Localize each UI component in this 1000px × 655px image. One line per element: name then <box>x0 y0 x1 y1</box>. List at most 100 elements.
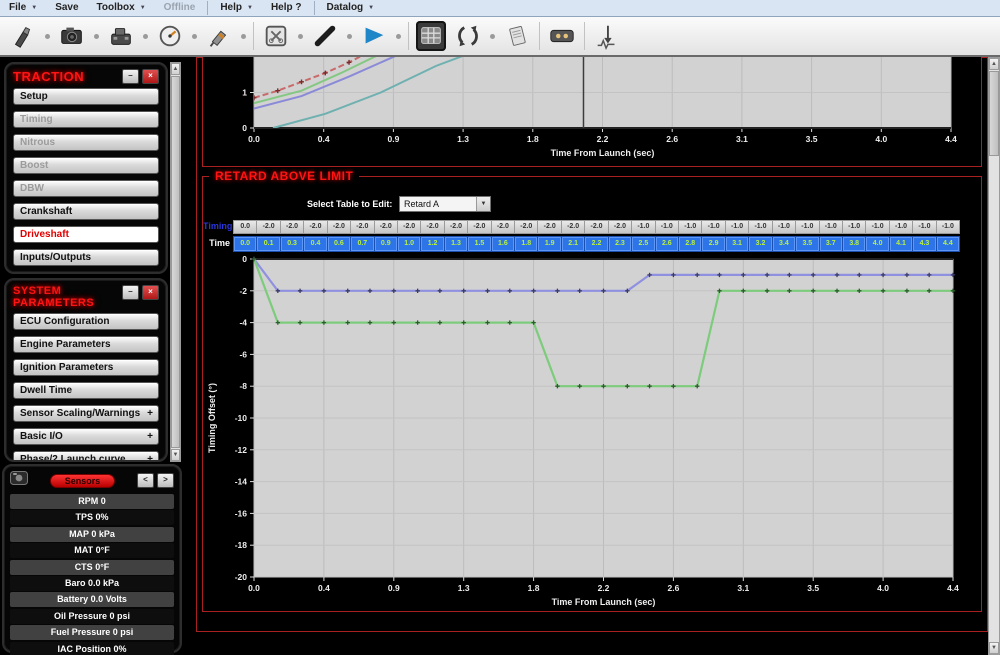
time-cell[interactable]: 2.6 <box>656 236 679 252</box>
sidebar-button-ecu-configuration[interactable]: ECU Configuration <box>13 313 159 330</box>
sidebar-button-ignition-parameters[interactable]: Ignition Parameters <box>13 359 159 376</box>
sidebar-button-engine-parameters[interactable]: Engine Parameters <box>13 336 159 353</box>
timing-cell[interactable]: -2.0 <box>421 220 444 234</box>
sensors-prev-button[interactable]: < <box>137 473 154 488</box>
timing-cell[interactable]: -2.0 <box>375 220 398 234</box>
timing-cell[interactable]: -1.0 <box>749 220 772 234</box>
timing-cell[interactable]: -2.0 <box>328 220 351 234</box>
scrollbar-thumb[interactable] <box>989 71 999 156</box>
timing-cell[interactable]: -2.0 <box>304 220 327 234</box>
time-cell[interactable]: 0.1 <box>257 236 280 252</box>
sidebar-button-sensor-scaling-warnings[interactable]: Sensor Scaling/Warnings+ <box>13 405 159 422</box>
timing-curves-chart[interactable]: 0.00.40.91.31.82.22.63.13.54.04.410Time … <box>203 57 981 165</box>
timing-cell[interactable]: -1.0 <box>656 220 679 234</box>
panel-minimize-button[interactable]: – <box>122 285 139 300</box>
scroll-up-arrow-icon[interactable]: ▲ <box>989 58 999 70</box>
timing-cell[interactable]: -2.0 <box>257 220 280 234</box>
scrollbar-thumb[interactable] <box>171 76 180 448</box>
chevron-down-icon[interactable]: ▼ <box>476 197 490 211</box>
timing-cell[interactable]: -1.0 <box>726 220 749 234</box>
scroll-down-arrow-icon[interactable]: ▼ <box>989 642 999 654</box>
toolbar-dropdown-dot[interactable] <box>396 34 401 39</box>
timing-cell[interactable]: -1.0 <box>913 220 936 234</box>
time-cell[interactable]: 4.0 <box>866 236 889 252</box>
timing-cell[interactable]: -2.0 <box>281 220 304 234</box>
panel-close-button[interactable]: × <box>142 285 159 300</box>
toolbar-dropdown-dot[interactable] <box>241 34 246 39</box>
timing-offset-chart[interactable]: 0.00.40.91.31.82.22.63.13.54.04.40-2-4-6… <box>203 253 981 611</box>
toolbar-dropdown-dot[interactable] <box>298 34 303 39</box>
sidebar-button-setup[interactable]: Setup <box>13 88 159 105</box>
sync-icon[interactable] <box>453 21 483 51</box>
panel-close-button[interactable]: × <box>142 69 159 84</box>
toolbar-dropdown-dot[interactable] <box>94 34 99 39</box>
time-cell[interactable]: 1.5 <box>468 236 491 252</box>
timing-cell[interactable]: -2.0 <box>468 220 491 234</box>
toolbar-dropdown-dot[interactable] <box>192 34 197 39</box>
sensors-panel-icon[interactable] <box>10 471 28 490</box>
timing-cell[interactable]: -2.0 <box>351 220 374 234</box>
spark-plug-icon[interactable] <box>8 21 38 51</box>
timing-cell[interactable]: -2.0 <box>609 220 632 234</box>
crop-tool-icon[interactable] <box>261 21 291 51</box>
time-cell[interactable]: 0.9 <box>375 236 398 252</box>
toolbar-dropdown-dot[interactable] <box>45 34 50 39</box>
time-cell[interactable]: 0.3 <box>281 236 304 252</box>
timing-cell[interactable]: -2.0 <box>398 220 421 234</box>
camera-icon[interactable] <box>57 21 87 51</box>
time-cell[interactable]: 0.4 <box>304 236 327 252</box>
time-cell[interactable]: 4.3 <box>913 236 936 252</box>
time-cell[interactable]: 2.2 <box>585 236 608 252</box>
menu-datalog[interactable]: Datalog▼ <box>318 0 384 16</box>
timing-cell[interactable]: -2.0 <box>445 220 468 234</box>
time-cell[interactable]: 2.5 <box>632 236 655 252</box>
sidebar-button-dwell-time[interactable]: Dwell Time <box>13 382 159 399</box>
time-cell[interactable]: 0.7 <box>351 236 374 252</box>
timing-cell[interactable]: -1.0 <box>702 220 725 234</box>
menu-toolbox[interactable]: Toolbox▼ <box>88 0 155 16</box>
gauge-icon[interactable] <box>155 21 185 51</box>
time-cell[interactable]: 0.6 <box>328 236 351 252</box>
time-cell[interactable]: 2.8 <box>679 236 702 252</box>
timing-cell[interactable]: -1.0 <box>796 220 819 234</box>
timing-cell[interactable]: -1.0 <box>679 220 702 234</box>
sidebar-button-crankshaft[interactable]: Crankshaft <box>13 203 159 220</box>
timing-cell[interactable]: -1.0 <box>937 220 960 234</box>
injector-icon[interactable] <box>204 21 234 51</box>
timing-cell[interactable]: -2.0 <box>562 220 585 234</box>
timing-cell[interactable]: -2.0 <box>538 220 561 234</box>
sidebar-button-phase-2-launch-curve[interactable]: Phase/2 Launch curve+ <box>13 451 159 462</box>
time-cell[interactable]: 1.8 <box>515 236 538 252</box>
menu-help[interactable]: Help▼ <box>211 0 262 16</box>
sidebar-scrollbar[interactable]: ▲ ▼ <box>170 62 181 462</box>
timing-cell[interactable]: -2.0 <box>492 220 515 234</box>
scroll-up-arrow-icon[interactable]: ▲ <box>171 63 180 75</box>
time-cell[interactable]: 3.4 <box>773 236 796 252</box>
timing-cell[interactable]: -1.0 <box>632 220 655 234</box>
time-cell[interactable]: 2.9 <box>702 236 725 252</box>
time-cell[interactable]: 0.0 <box>233 236 257 252</box>
time-cell[interactable]: 3.7 <box>820 236 843 252</box>
table-grid-icon[interactable] <box>416 21 446 51</box>
notepad-icon[interactable] <box>502 21 532 51</box>
time-cell[interactable]: 4.1 <box>890 236 913 252</box>
time-cell[interactable]: 3.5 <box>796 236 819 252</box>
signal-probe-icon[interactable] <box>592 21 622 51</box>
time-cell[interactable]: 2.1 <box>562 236 585 252</box>
marker-icon[interactable] <box>310 21 340 51</box>
timing-cell[interactable]: -1.0 <box>820 220 843 234</box>
time-cell[interactable]: 1.9 <box>538 236 561 252</box>
timing-cell[interactable]: -2.0 <box>585 220 608 234</box>
main-scrollbar[interactable]: ▲ ▼ <box>988 57 1000 655</box>
table-select-dropdown[interactable]: Retard A ▼ <box>399 196 491 212</box>
timing-cell[interactable]: -2.0 <box>515 220 538 234</box>
timing-cell[interactable]: -1.0 <box>843 220 866 234</box>
panel-minimize-button[interactable]: – <box>122 69 139 84</box>
sidebar-button-basic-i-o[interactable]: Basic I/O+ <box>13 428 159 445</box>
display-icon[interactable] <box>547 21 577 51</box>
menu-file[interactable]: File▼ <box>0 0 46 16</box>
time-cell[interactable]: 1.0 <box>398 236 421 252</box>
sidebar-button-driveshaft[interactable]: Driveshaft <box>13 226 159 243</box>
flag-icon[interactable] <box>359 21 389 51</box>
scroll-down-arrow-icon[interactable]: ▼ <box>171 449 180 461</box>
